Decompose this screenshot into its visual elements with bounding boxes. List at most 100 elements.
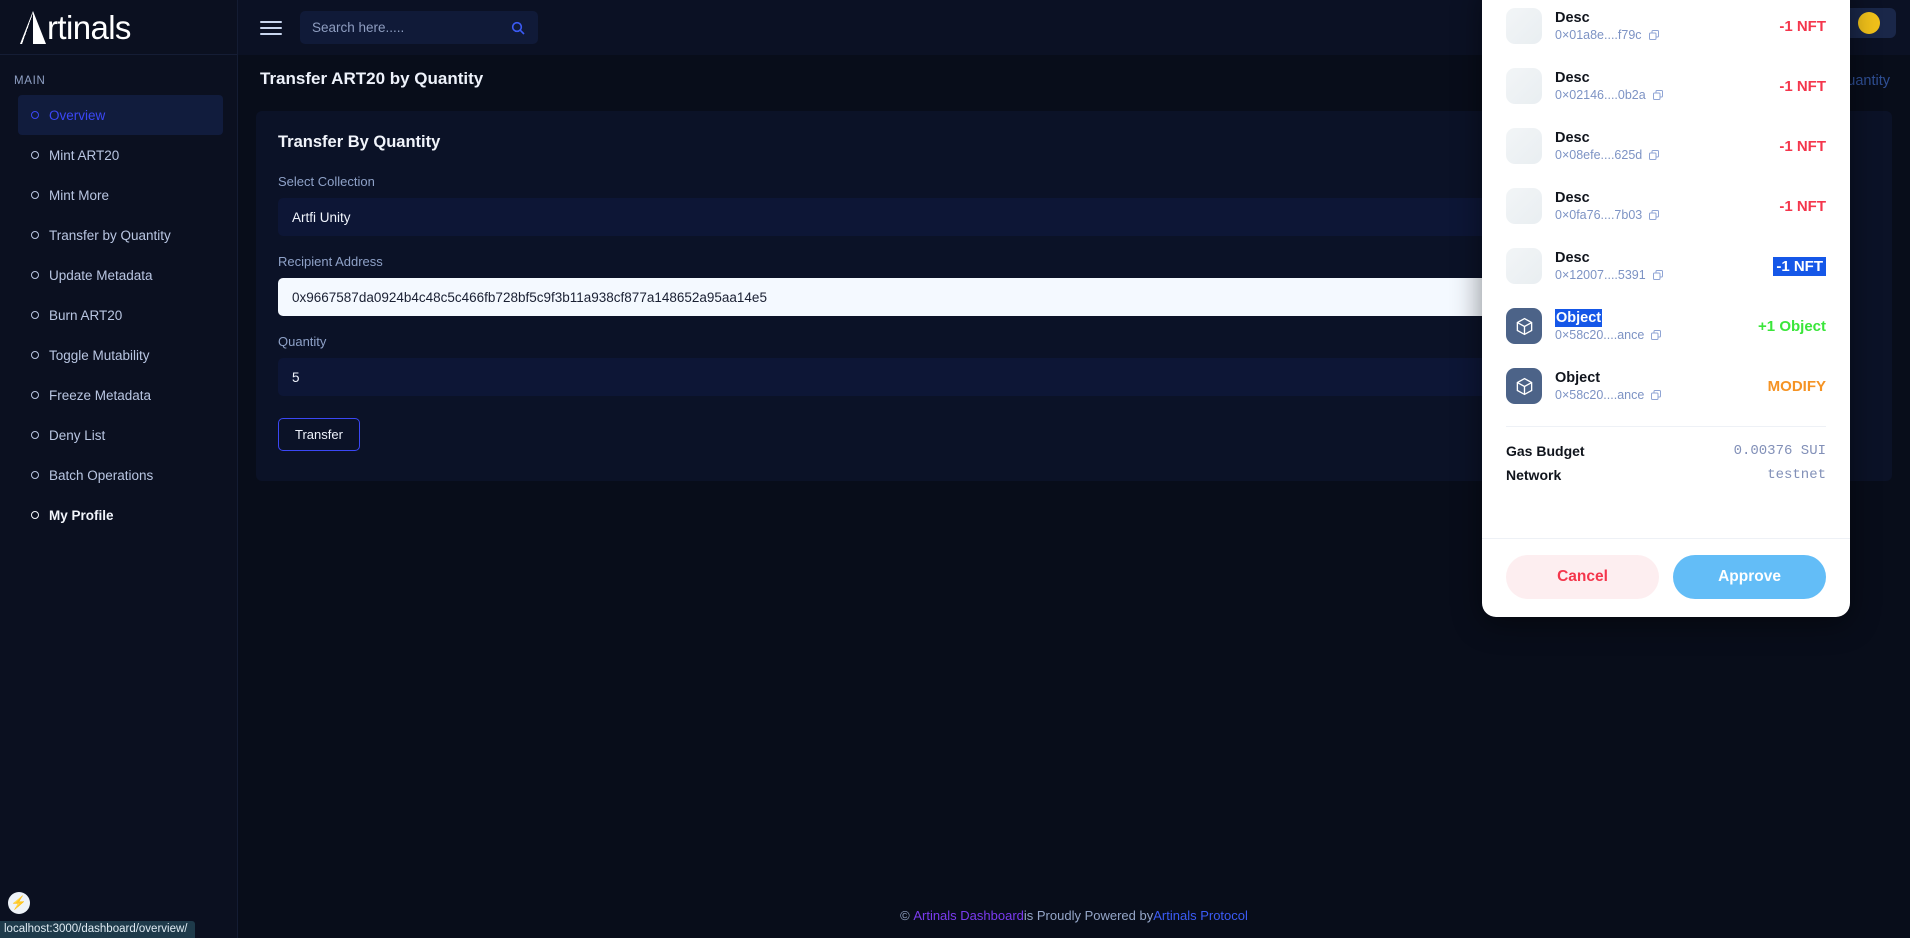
sidebar-item-mint-art20[interactable]: Mint ART20 — [18, 135, 223, 175]
copy-icon[interactable] — [1652, 269, 1664, 281]
asset-meta: Desc 0×08efe....625d — [1555, 129, 1766, 164]
asset-address-row: 0×01a8e....f79c — [1555, 27, 1766, 44]
sidebar-item-deny-list[interactable]: Deny List — [18, 415, 223, 455]
asset-address-row: 0×12007....5391 — [1555, 267, 1760, 284]
sidebar-item-mint-more[interactable]: Mint More — [18, 175, 223, 215]
transfer-button[interactable]: Transfer — [278, 418, 360, 451]
sidebar-item-label: Transfer by Quantity — [49, 227, 171, 243]
asset-row: Object 0×58c20....ance +1 Object — [1506, 296, 1826, 356]
asset-address-row: 0×08efe....625d — [1555, 147, 1766, 164]
brand-logo[interactable]: rtinals — [0, 0, 237, 55]
sidebar-item-toggle-mutability[interactable]: Toggle Mutability — [18, 335, 223, 375]
sidebar-item-label: Overview — [49, 107, 106, 123]
sidebar-item-transfer-by-quantity[interactable]: Transfer by Quantity — [18, 215, 223, 255]
summary-key: Gas Budget — [1506, 443, 1585, 459]
asset-rows: Desc 0×01a8e....f79c -1 NFT Desc 0×02146....… — [1506, 0, 1826, 416]
asset-delta: -1 NFT — [1779, 197, 1826, 215]
copy-icon[interactable] — [1650, 389, 1662, 401]
circle-icon — [31, 351, 39, 359]
asset-title: Desc — [1555, 249, 1590, 266]
circle-icon — [31, 311, 39, 319]
cancel-button[interactable]: Cancel — [1506, 555, 1659, 599]
asset-meta: Desc 0×12007....5391 — [1555, 249, 1760, 284]
footer-brand-link[interactable]: Artinals Dashboard — [913, 908, 1024, 923]
copy-icon[interactable] — [1652, 89, 1664, 101]
asset-address-row: 0×58c20....ance — [1555, 387, 1755, 404]
asset-address: 0×58c20....ance — [1555, 327, 1645, 342]
wallet-coin-icon — [1858, 12, 1880, 34]
wallet-button[interactable] — [1842, 8, 1896, 38]
asset-meta: Desc 0×02146....0b2a — [1555, 69, 1766, 104]
asset-address-row: 0×58c20....ance — [1555, 327, 1745, 344]
asset-address: 0×01a8e....f79c — [1555, 27, 1642, 42]
footer-protocol-link[interactable]: Artinals Protocol — [1153, 908, 1248, 923]
summary-row: Network testnet — [1506, 467, 1826, 483]
asset-address: 0×12007....5391 — [1555, 267, 1646, 282]
search-box[interactable] — [300, 11, 538, 44]
asset-row: Object 0×58c20....ance MODIFY — [1506, 356, 1826, 416]
summary-value: 0.00376 SUI — [1733, 443, 1826, 459]
image-thumb-icon — [1506, 248, 1542, 284]
asset-title: Object — [1555, 369, 1601, 386]
cube-object-icon — [1516, 317, 1532, 335]
field-input[interactable] — [278, 358, 1530, 396]
modal-summary: Gas Budget 0.00376 SUI Network testnet — [1506, 443, 1826, 483]
asset-title: Desc — [1555, 129, 1590, 146]
asset-address-row: 0×0fa76....7b03 — [1555, 207, 1766, 224]
asset-meta: Desc 0×01a8e....f79c — [1555, 9, 1766, 44]
copy-icon[interactable] — [1648, 149, 1660, 161]
sidebar-item-label: Freeze Metadata — [49, 387, 152, 403]
sidebar-item-label: Mint More — [49, 187, 110, 203]
asset-meta: Object 0×58c20....ance — [1555, 308, 1745, 344]
summary-row: Gas Budget 0.00376 SUI — [1506, 443, 1826, 459]
asset-row: Desc 0×02146....0b2a -1 NFT — [1506, 56, 1826, 116]
circle-icon — [31, 151, 39, 159]
asset-title: Desc — [1555, 69, 1590, 86]
image-thumb-icon — [1506, 8, 1542, 44]
sidebar-item-batch-operations[interactable]: Batch Operations — [18, 455, 223, 495]
asset-title: Desc — [1555, 9, 1590, 26]
circle-icon — [31, 111, 39, 119]
sidebar-item-freeze-metadata[interactable]: Freeze Metadata — [18, 375, 223, 415]
sidebar-item-label: Mint ART20 — [49, 147, 120, 163]
circle-icon — [31, 271, 39, 279]
sidebar-item-label: Burn ART20 — [49, 307, 123, 323]
lightning-bolt-icon[interactable]: ⚡ — [8, 892, 30, 914]
sidebar-nav: Overview Mint ART20 Mint More Transfer by Q… — [0, 95, 237, 535]
circle-icon — [31, 511, 39, 519]
cube-object-icon — [1506, 308, 1542, 344]
field-input[interactable] — [278, 198, 1530, 236]
copy-icon[interactable] — [1648, 29, 1660, 41]
sidebar-item-my-profile[interactable]: My Profile — [18, 495, 223, 535]
search-input[interactable] — [312, 20, 510, 35]
copy-icon[interactable] — [1650, 329, 1662, 341]
search-icon[interactable] — [510, 20, 526, 36]
sidebar-item-update-metadata[interactable]: Update Metadata — [18, 255, 223, 295]
hamburger-icon[interactable] — [260, 20, 282, 35]
modal-divider — [1506, 426, 1826, 427]
asset-address: 0×08efe....625d — [1555, 147, 1643, 162]
footer-copyright-symbol: © — [900, 907, 910, 923]
asset-delta: -1 NFT — [1779, 77, 1826, 95]
circle-icon — [31, 431, 39, 439]
asset-delta: +1 Object — [1758, 317, 1826, 335]
copy-icon[interactable] — [1648, 209, 1660, 221]
modal-asset-list: Desc 0×01a8e....f79c -1 NFT Desc 0×02146....… — [1482, 0, 1850, 538]
asset-meta: Object 0×58c20....ance — [1555, 369, 1755, 404]
asset-row: Desc 0×08efe....625d -1 NFT — [1506, 116, 1826, 176]
asset-address: 0×0fa76....7b03 — [1555, 207, 1643, 222]
approve-button[interactable]: Approve — [1673, 555, 1826, 599]
sidebar-item-label: Deny List — [49, 427, 106, 443]
image-thumb-icon — [1506, 188, 1542, 224]
modal-footer: Cancel Approve — [1482, 538, 1850, 617]
page-footer: © Artinals Dashboard is Proudly Powered … — [238, 892, 1910, 938]
sidebar-item-overview[interactable]: Overview — [18, 95, 223, 135]
field-input[interactable] — [278, 278, 1530, 316]
sidebar: rtinals MAIN Overview Mint ART20 Mint More… — [0, 0, 238, 938]
asset-title: Desc — [1555, 189, 1590, 206]
sidebar-item-burn-art20[interactable]: Burn ART20 — [18, 295, 223, 335]
footer-middle-text: is Proudly Powered by — [1023, 907, 1154, 923]
asset-row: Desc 0×0fa76....7b03 -1 NFT — [1506, 176, 1826, 236]
cube-object-icon — [1506, 368, 1542, 404]
asset-address: 0×58c20....ance — [1555, 387, 1645, 402]
